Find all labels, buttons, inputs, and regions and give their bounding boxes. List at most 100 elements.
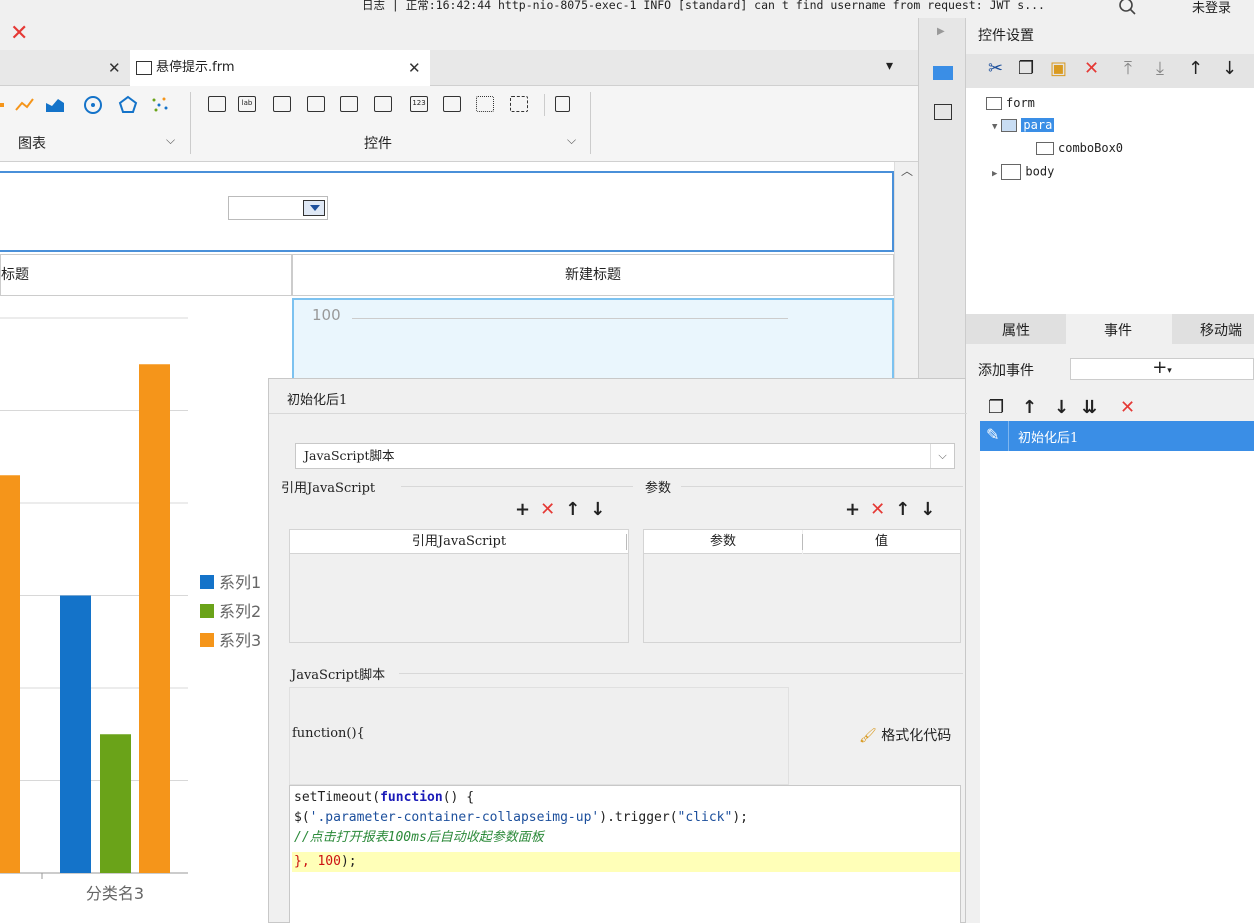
tab-mobile[interactable]: 移动端 xyxy=(1200,320,1242,340)
collapse-icon[interactable]: ▼ xyxy=(992,122,997,132)
param-table[interactable]: 参数 值 xyxy=(643,529,961,643)
tab-menu-icon[interactable]: ▾ xyxy=(886,58,893,74)
textbox-widget-icon[interactable] xyxy=(273,96,291,112)
paste-icon[interactable]: ▣ xyxy=(1050,58,1067,79)
move-up-icon[interactable]: ↑ xyxy=(565,499,590,520)
move-up-icon[interactable]: ↑ xyxy=(895,499,920,520)
divider xyxy=(626,534,627,550)
script-editor[interactable]: setTimeout(function() { $('.parameter-co… xyxy=(289,785,961,923)
format-code-button[interactable]: 🖌 格式化代码 xyxy=(859,725,951,745)
form-icon xyxy=(986,97,1002,110)
move-up-icon[interactable]: ↑ xyxy=(1188,58,1203,79)
chart-type-icons[interactable] xyxy=(0,94,180,116)
bar-系列3 xyxy=(139,364,170,873)
calendar-widget-icon[interactable] xyxy=(374,96,392,112)
copy-icon[interactable]: ❐ xyxy=(988,397,1004,418)
gridline xyxy=(352,318,788,319)
parameter-pane[interactable] xyxy=(0,171,894,252)
param-section-label: 参数 xyxy=(645,481,672,496)
code-token: setTimeout( xyxy=(294,790,381,805)
login-status[interactable]: 未登录 xyxy=(1192,0,1231,16)
move-top-icon[interactable]: ⤒ xyxy=(1124,58,1132,79)
code-token: "click" xyxy=(677,810,733,825)
move-down-icon[interactable]: ↓ xyxy=(590,499,615,520)
tab-close-icon[interactable]: ✕ xyxy=(108,50,121,86)
plus-icon[interactable]: + xyxy=(845,499,870,520)
move-down-icon[interactable]: ↓ xyxy=(920,499,945,520)
combobox-icon xyxy=(1036,142,1054,155)
move-up-icon[interactable]: ↑ xyxy=(1022,397,1037,418)
code-token: function xyxy=(380,790,443,805)
combobox-widget-icon[interactable] xyxy=(307,96,325,112)
expand-icon[interactable]: ▶ xyxy=(992,169,997,179)
move-bottom-icon[interactable]: ⤓ xyxy=(1156,58,1164,79)
divider xyxy=(681,486,963,487)
sort-icon[interactable]: ⇊ xyxy=(1082,397,1097,418)
add-event-button[interactable]: +▾ xyxy=(1070,358,1254,380)
para-icon xyxy=(1001,119,1018,132)
tab-hover-frm[interactable]: 悬停提示.frm xyxy=(130,50,430,86)
param-toolbar: +✕↑↓ xyxy=(845,499,945,520)
ref-js-section-label: 引用JavaScript xyxy=(281,481,376,496)
widget-settings-icon[interactable] xyxy=(933,66,953,80)
cut-icon[interactable]: ✂ xyxy=(988,58,1003,79)
radio-group-icon[interactable] xyxy=(476,96,494,112)
delete-icon[interactable]: ✕ xyxy=(1120,397,1135,418)
code-line-2: $('.parameter-container-collapseimg-up')… xyxy=(294,808,748,828)
label-widget-icon[interactable]: lab xyxy=(238,96,256,112)
chart-title-left[interactable]: 标题 xyxy=(0,254,292,296)
chart-title-right[interactable]: 新建标题 xyxy=(292,254,894,296)
delete-icon[interactable]: ✕ xyxy=(540,499,565,520)
code-token: '.parameter-container-collapseimg-up' xyxy=(309,810,600,825)
move-down-icon[interactable]: ↓ xyxy=(1222,58,1237,79)
legend-label: 系列2 xyxy=(219,602,261,621)
legend-swatch xyxy=(200,575,214,589)
tree-node-combobox0[interactable]: comboBox0 xyxy=(1036,141,1123,155)
search-icon[interactable] xyxy=(1118,0,1138,16)
move-down-icon[interactable]: ↓ xyxy=(1054,397,1069,418)
legend-label: 系列3 xyxy=(219,631,261,650)
tab-events[interactable]: 事件 xyxy=(1104,320,1132,340)
checkbox-group-icon[interactable] xyxy=(510,96,528,112)
chevron-down-icon[interactable]: ⌵ xyxy=(567,133,576,148)
divider xyxy=(269,413,967,414)
bar-chart[interactable]: 分类名3 系列1 系列2 系列3 xyxy=(0,298,292,923)
title-text: 新建标题 xyxy=(565,267,621,283)
tree-label: para xyxy=(1021,118,1055,132)
tree-node-para[interactable]: ▼ para xyxy=(992,118,1055,132)
tree-node-form[interactable]: form xyxy=(986,96,1035,110)
delete-icon[interactable]: ✕ xyxy=(870,499,895,520)
tree-label: body xyxy=(1025,164,1055,179)
delete-icon[interactable]: ✕ xyxy=(1084,58,1099,79)
textarea-widget-icon[interactable] xyxy=(443,96,461,112)
widget-toolbar: ✂ ❐ ▣ ✕ ⤒ ⤓ ↑ ↓ xyxy=(966,54,1254,88)
combobox0-widget[interactable] xyxy=(228,196,328,220)
add-event-row: 添加事件 +▾ xyxy=(966,354,1254,384)
chart-right-selected[interactable]: 100 xyxy=(292,298,894,388)
button-widget-icon[interactable] xyxy=(208,96,226,112)
tree-node-body[interactable]: ▶ body xyxy=(992,164,1054,180)
scroll-up-icon[interactable]: ︿ xyxy=(901,162,913,179)
event-type-select[interactable]: JavaScript脚本 ⌵ xyxy=(295,443,955,469)
tab-close-icon[interactable]: ✕ xyxy=(408,50,421,86)
copy-icon[interactable]: ❐ xyxy=(1018,58,1034,79)
select-value: JavaScript脚本 xyxy=(304,448,395,463)
event-item-after-init[interactable]: ✎ 初始化后1 xyxy=(980,421,1254,451)
log-text: 日志 | 正常:16:42:44 http-nio-8075-exec-1 IN… xyxy=(362,0,1045,12)
axis-tick-label: 100 xyxy=(312,306,341,324)
dialog-title: 初始化后1 xyxy=(287,393,348,408)
code-token: ).trigger( xyxy=(599,810,678,825)
chevron-down-icon[interactable]: ⌵ xyxy=(166,133,175,148)
number-widget-icon[interactable]: 123 xyxy=(410,96,428,112)
expand-arrow-icon[interactable]: ▶ xyxy=(937,26,945,37)
divider xyxy=(401,486,633,487)
chevron-down-icon[interactable]: ⌵ xyxy=(930,444,954,468)
plus-icon[interactable]: + xyxy=(515,499,540,520)
date-widget-icon[interactable] xyxy=(340,96,358,112)
layout-icon[interactable] xyxy=(934,104,952,120)
tab-properties[interactable]: 属性 xyxy=(1002,320,1030,340)
preview-icon[interactable] xyxy=(555,96,570,112)
ref-js-table[interactable]: 引用JavaScript xyxy=(289,529,629,643)
function-signature-box: function(){ xyxy=(289,687,789,785)
close-icon[interactable]: ✕ xyxy=(10,21,28,46)
